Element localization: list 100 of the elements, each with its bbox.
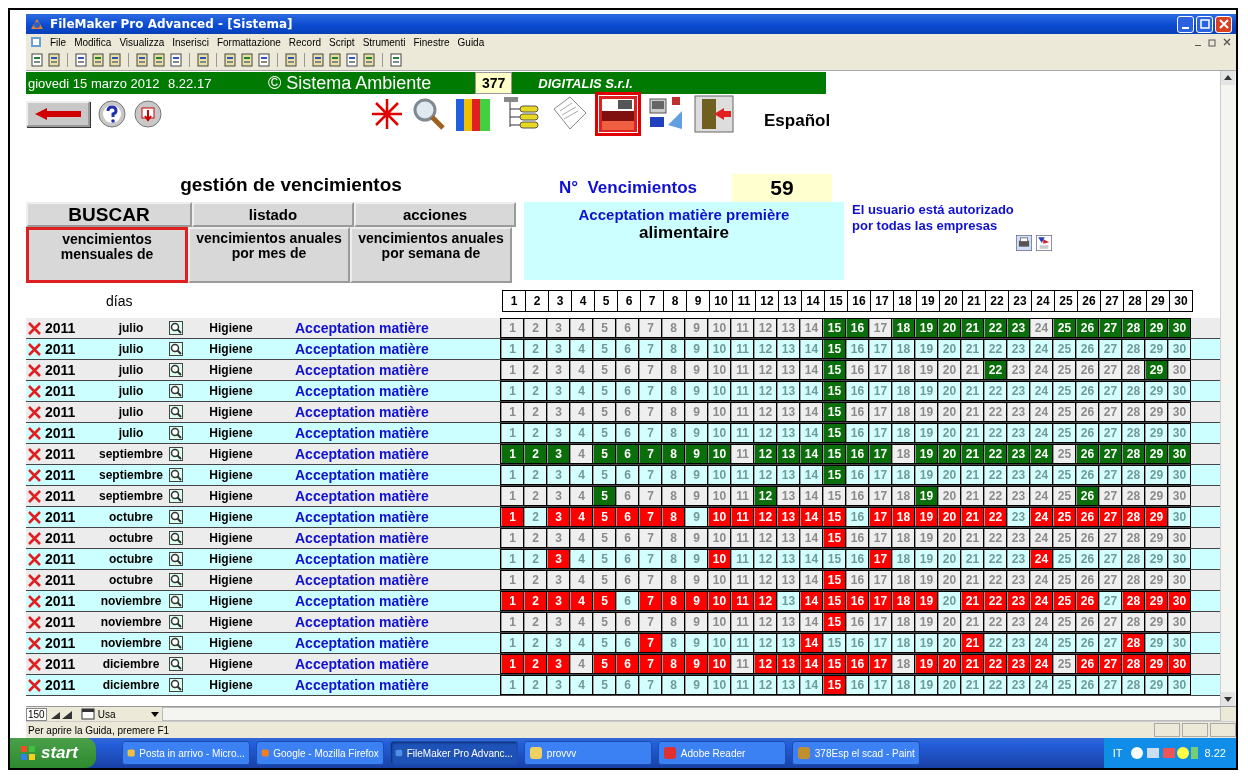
day-cell[interactable]: 15 bbox=[823, 571, 845, 589]
day-cell[interactable]: 4 bbox=[570, 655, 592, 673]
day-cell[interactable]: 1 bbox=[501, 382, 523, 400]
day-cell[interactable]: 23 bbox=[1007, 655, 1029, 673]
day-cell[interactable]: 3 bbox=[547, 319, 569, 337]
day-cell[interactable]: 24 bbox=[1030, 319, 1052, 337]
day-cell[interactable]: 14 bbox=[800, 613, 822, 631]
day-cell[interactable]: 4 bbox=[570, 529, 592, 547]
day-cell[interactable]: 6 bbox=[616, 634, 638, 652]
day-cell[interactable]: 13 bbox=[777, 655, 799, 673]
day-cell[interactable]: 9 bbox=[685, 634, 707, 652]
day-cell[interactable]: 15 bbox=[823, 529, 845, 547]
day-cell[interactable]: 26 bbox=[1076, 655, 1098, 673]
day-cell[interactable]: 13 bbox=[777, 403, 799, 421]
day-cell[interactable]: 21 bbox=[961, 676, 983, 694]
menu-item[interactable]: Finestre bbox=[413, 36, 450, 48]
day-cell[interactable]: 11 bbox=[731, 613, 753, 631]
day-cell[interactable]: 29 bbox=[1145, 676, 1167, 694]
day-cell[interactable]: 25 bbox=[1053, 676, 1075, 694]
day-cell[interactable]: 30 bbox=[1168, 403, 1190, 421]
day-cell[interactable]: 2 bbox=[524, 550, 546, 568]
taskbar-button[interactable]: 378Esp el scad - Paint bbox=[791, 741, 920, 765]
day-cell[interactable]: 8 bbox=[662, 361, 684, 379]
day-cell[interactable]: 9 bbox=[685, 592, 707, 610]
day-cell[interactable]: 27 bbox=[1099, 613, 1121, 631]
day-cell[interactable]: 6 bbox=[616, 466, 638, 484]
day-cell[interactable]: 4 bbox=[570, 319, 592, 337]
day-cell[interactable]: 28 bbox=[1122, 655, 1144, 673]
day-cell[interactable]: 29 bbox=[1145, 403, 1167, 421]
day-cell[interactable]: 14 bbox=[800, 676, 822, 694]
day-cell[interactable]: 29 bbox=[1145, 466, 1167, 484]
day-cell[interactable]: 1 bbox=[501, 487, 523, 505]
day-cell[interactable]: 4 bbox=[570, 550, 592, 568]
restore-icon[interactable] bbox=[1208, 37, 1218, 47]
day-cell[interactable]: 23 bbox=[1007, 403, 1029, 421]
day-cell[interactable]: 15 bbox=[823, 613, 845, 631]
day-cell[interactable]: 17 bbox=[869, 466, 891, 484]
day-cell[interactable]: 10 bbox=[708, 319, 730, 337]
day-cell[interactable]: 2 bbox=[524, 613, 546, 631]
menu-item[interactable]: Formattazione bbox=[216, 36, 281, 48]
day-cell[interactable]: 18 bbox=[892, 592, 914, 610]
day-cell[interactable]: 18 bbox=[892, 445, 914, 463]
day-cell[interactable]: 28 bbox=[1122, 487, 1144, 505]
day-cell[interactable]: 29 bbox=[1145, 487, 1167, 505]
day-cell[interactable]: 10 bbox=[708, 508, 730, 526]
day-cell[interactable]: 10 bbox=[708, 382, 730, 400]
day-cell[interactable]: 30 bbox=[1168, 592, 1190, 610]
day-cell[interactable]: 23 bbox=[1007, 529, 1029, 547]
day-cell[interactable]: 3 bbox=[547, 466, 569, 484]
day-cell[interactable]: 6 bbox=[616, 340, 638, 358]
day-cell[interactable]: 19 bbox=[915, 361, 937, 379]
start-button[interactable]: start bbox=[10, 738, 96, 768]
day-cell[interactable]: 25 bbox=[1053, 382, 1075, 400]
day-cell[interactable]: 23 bbox=[1007, 487, 1029, 505]
day-cell[interactable]: 9 bbox=[685, 319, 707, 337]
day-cell[interactable]: 19 bbox=[915, 550, 937, 568]
day-cell[interactable]: 16 bbox=[846, 508, 868, 526]
activity-cell[interactable]: Acceptation matière bbox=[277, 656, 500, 672]
day-cell[interactable]: 22 bbox=[984, 550, 1006, 568]
day-cell[interactable]: 1 bbox=[501, 466, 523, 484]
delete-icon[interactable] bbox=[28, 615, 41, 629]
activity-cell[interactable]: Acceptation matière bbox=[277, 467, 500, 483]
day-cell[interactable]: 22 bbox=[984, 571, 1006, 589]
day-cell[interactable]: 28 bbox=[1122, 424, 1144, 442]
day-cell[interactable]: 25 bbox=[1053, 319, 1075, 337]
day-cell[interactable]: 25 bbox=[1053, 655, 1075, 673]
day-cell[interactable]: 21 bbox=[961, 487, 983, 505]
day-cell[interactable]: 27 bbox=[1099, 445, 1121, 463]
day-cell[interactable]: 11 bbox=[731, 676, 753, 694]
day-cell[interactable]: 20 bbox=[938, 445, 960, 463]
day-cell[interactable]: 26 bbox=[1076, 529, 1098, 547]
day-cell[interactable]: 21 bbox=[961, 340, 983, 358]
day-cell[interactable]: 16 bbox=[846, 550, 868, 568]
activity-cell[interactable]: Acceptation matière bbox=[277, 593, 500, 609]
day-cell[interactable]: 10 bbox=[708, 403, 730, 421]
day-cell[interactable]: 3 bbox=[547, 676, 569, 694]
day-cell[interactable]: 14 bbox=[800, 403, 822, 421]
day-cell[interactable]: 23 bbox=[1007, 676, 1029, 694]
day-cell[interactable]: 10 bbox=[708, 655, 730, 673]
day-cell[interactable]: 7 bbox=[639, 508, 661, 526]
day-cell[interactable]: 1 bbox=[501, 592, 523, 610]
day-cell[interactable]: 30 bbox=[1168, 529, 1190, 547]
day-cell[interactable]: 10 bbox=[708, 340, 730, 358]
day-cell[interactable]: 29 bbox=[1145, 613, 1167, 631]
day-cell[interactable]: 6 bbox=[616, 424, 638, 442]
day-cell[interactable]: 19 bbox=[915, 508, 937, 526]
day-cell[interactable]: 22 bbox=[984, 403, 1006, 421]
day-cell[interactable]: 8 bbox=[662, 319, 684, 337]
day-cell[interactable]: 24 bbox=[1030, 340, 1052, 358]
day-cell[interactable]: 4 bbox=[570, 487, 592, 505]
tab[interactable]: acciones bbox=[354, 202, 516, 227]
day-cell[interactable]: 7 bbox=[639, 613, 661, 631]
day-cell[interactable]: 8 bbox=[662, 487, 684, 505]
day-cell[interactable]: 5 bbox=[593, 487, 615, 505]
search-icon[interactable] bbox=[169, 678, 183, 692]
day-cell[interactable]: 29 bbox=[1145, 382, 1167, 400]
day-cell[interactable]: 1 bbox=[501, 613, 523, 631]
menu-item[interactable]: File bbox=[50, 36, 67, 48]
day-cell[interactable]: 7 bbox=[639, 655, 661, 673]
day-cell[interactable]: 5 bbox=[593, 529, 615, 547]
